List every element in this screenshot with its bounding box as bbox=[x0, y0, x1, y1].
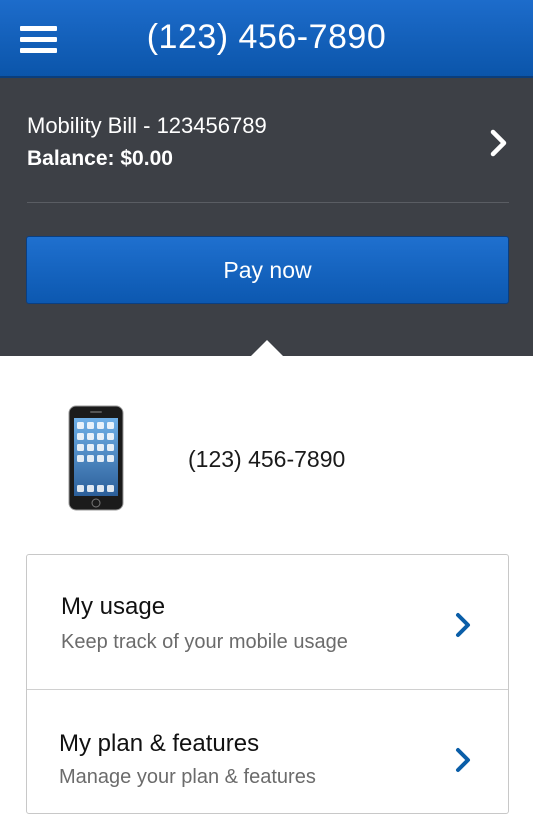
bill-account-label: Mobility Bill - 123456789 bbox=[27, 113, 267, 138]
bill-summary-row[interactable]: Mobility Bill - 123456789 Balance: $0.00 bbox=[0, 78, 533, 203]
card-subtitle: Keep track of your mobile usage bbox=[61, 631, 348, 653]
smartphone-image bbox=[68, 405, 124, 511]
divider bbox=[27, 202, 509, 203]
options-card-list: My usage Keep track of your mobile usage… bbox=[26, 554, 509, 814]
device-row: (123) 456-7890 bbox=[0, 395, 533, 520]
pay-now-button[interactable]: Pay now bbox=[26, 236, 509, 304]
app-header: (123) 456-7890 bbox=[0, 0, 533, 78]
bill-panel: Mobility Bill - 123456789 Balance: $0.00… bbox=[0, 78, 533, 356]
list-item-my-usage[interactable]: My usage Keep track of your mobile usage bbox=[27, 555, 508, 690]
chevron-right-icon bbox=[456, 613, 470, 637]
device-phone-number: (123) 456-7890 bbox=[188, 446, 346, 472]
chevron-right-icon bbox=[456, 748, 470, 772]
chevron-right-icon bbox=[490, 129, 507, 157]
card-subtitle: Manage your plan & features bbox=[59, 766, 316, 788]
panel-pointer bbox=[250, 340, 284, 357]
list-item-my-plan-features[interactable]: My plan & features Manage your plan & fe… bbox=[27, 690, 508, 824]
card-title: My usage bbox=[61, 593, 166, 620]
bill-balance-label: Balance: $0.00 bbox=[27, 147, 173, 170]
card-title: My plan & features bbox=[59, 730, 260, 757]
page-title: (123) 456-7890 bbox=[146, 18, 387, 56]
